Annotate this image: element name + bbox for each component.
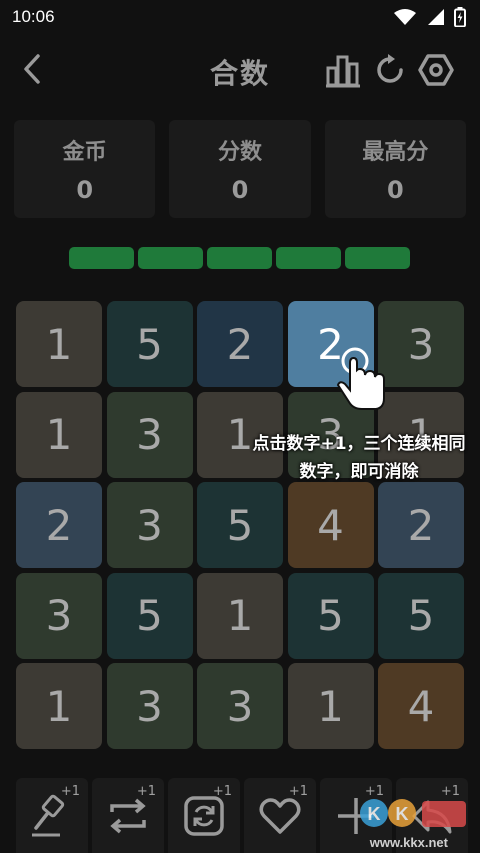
board-tile[interactable]: 3 xyxy=(378,301,464,387)
board-tile[interactable]: 1 xyxy=(287,663,374,749)
progress-bar xyxy=(69,247,410,269)
progress-segment xyxy=(345,247,410,269)
status-time: 10:06 xyxy=(12,7,55,26)
board-tile[interactable]: 5 xyxy=(106,301,193,387)
restart-icon[interactable] xyxy=(372,52,408,88)
hammer-button[interactable]: +1 xyxy=(16,778,88,853)
board-tile[interactable]: 2 xyxy=(197,301,283,387)
board-tile[interactable]: 1 xyxy=(197,572,283,659)
board-tile[interactable]: 1 xyxy=(16,391,102,478)
board-tile[interactable]: 1 xyxy=(16,301,102,387)
high-score-label: 最高分 xyxy=(362,140,429,165)
svg-text:K: K xyxy=(396,804,409,824)
progress-segment xyxy=(69,247,134,269)
status-bar: 10:06 xyxy=(0,0,480,34)
swap-button[interactable]: +1 xyxy=(92,778,164,853)
status-icons xyxy=(394,7,466,27)
watermark: K K www.kkx.net xyxy=(358,791,470,853)
hint-line-1: 点击数字+1，三个连续相同 xyxy=(252,434,466,454)
board-tile[interactable]: 5 xyxy=(287,572,374,659)
watermark-logo-icon: K K xyxy=(360,799,466,827)
board-tile[interactable]: 3 xyxy=(16,572,102,659)
board-tile[interactable]: 5 xyxy=(378,572,464,659)
board-tile[interactable]: 3 xyxy=(106,663,193,749)
board-tile[interactable]: 1 xyxy=(16,663,102,749)
watermark-text: www.kkx.net xyxy=(369,835,448,850)
refresh-icon xyxy=(184,796,224,836)
board-tile[interactable]: 3 xyxy=(106,482,193,568)
score-label: 分数 xyxy=(217,140,262,165)
heart-icon xyxy=(259,798,301,834)
board-tile[interactable]: 3 xyxy=(106,391,193,478)
progress-segment xyxy=(276,247,341,269)
tap-hand-icon xyxy=(336,347,385,410)
score-card: 分数 0 xyxy=(169,120,311,218)
heart-button[interactable]: +1 xyxy=(244,778,316,853)
app-header: 合数 xyxy=(0,40,480,100)
stats-row: 金币 0 分数 0 最高分 0 xyxy=(14,120,466,218)
coins-card: 金币 0 xyxy=(14,120,156,218)
board-tile[interactable]: 4 xyxy=(378,663,464,749)
hint-line-2: 数字，即可消除 xyxy=(299,462,419,482)
board-tile[interactable]: 5 xyxy=(197,482,283,568)
high-score-card: 最高分 0 xyxy=(324,120,466,218)
leaderboard-icon[interactable] xyxy=(325,52,361,88)
hammer-icon xyxy=(32,794,65,837)
progress-segment xyxy=(207,247,272,269)
hint-text: 点击数字+1，三个连续相同 数字，即可消除 xyxy=(226,430,480,486)
board-tile[interactable]: 2 xyxy=(378,482,464,568)
svg-text:K: K xyxy=(368,804,381,824)
board-tile[interactable]: 2 xyxy=(16,482,102,568)
page-title: 合数 xyxy=(209,57,270,90)
wifi-icon xyxy=(394,9,416,25)
battery-icon xyxy=(454,7,466,27)
swap-icon xyxy=(110,798,146,834)
settings-icon[interactable] xyxy=(418,52,454,88)
board-tile[interactable]: 3 xyxy=(197,663,283,749)
game-board: 1522313131235423515513314 xyxy=(16,301,464,749)
high-score-value: 0 xyxy=(386,176,404,204)
board-tile[interactable]: 5 xyxy=(106,572,193,659)
board-tile[interactable]: 4 xyxy=(287,482,374,568)
shuffle-button[interactable]: +1 xyxy=(168,778,240,853)
signal-icon xyxy=(428,9,444,25)
progress-segment xyxy=(138,247,203,269)
coins-label: 金币 xyxy=(62,140,107,165)
score-value: 0 xyxy=(231,176,249,204)
coins-value: 0 xyxy=(76,176,94,204)
